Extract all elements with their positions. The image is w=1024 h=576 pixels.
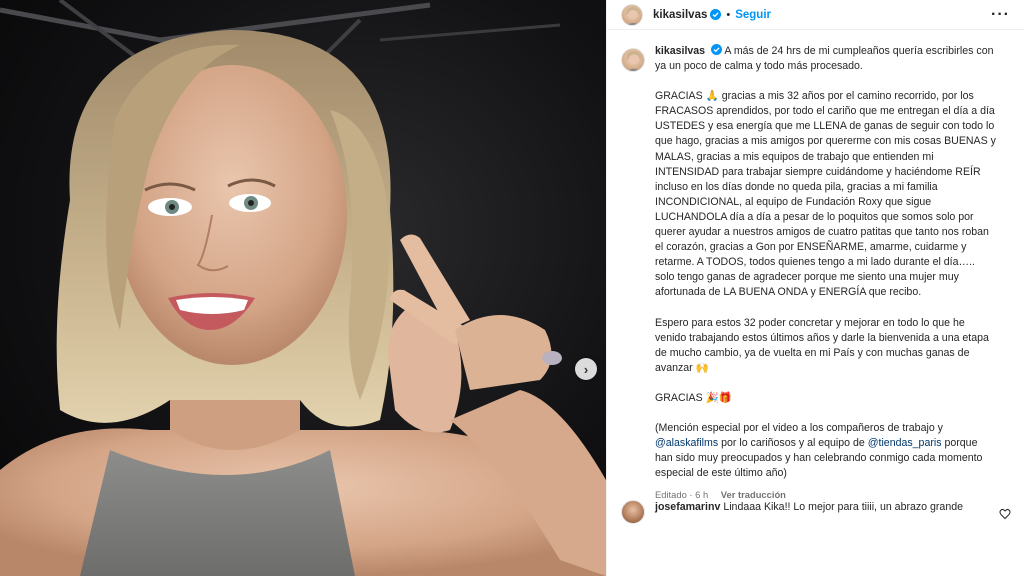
commenter-username[interactable]: josefamarinv: [655, 501, 720, 513]
header-separator: •: [726, 8, 731, 21]
more-options-icon[interactable]: ···: [991, 6, 1010, 24]
selfie-illustration: [0, 0, 606, 576]
caption-paragraph-4: GRACIAS 🎉🎁: [655, 391, 733, 404]
caption-paragraph-3: Espero para estos 32 poder concretar y m…: [655, 316, 989, 374]
comment-item: josefamarinv Lindaaa Kika!! Lo mejor par…: [621, 500, 1011, 524]
author-avatar[interactable]: [621, 3, 643, 26]
caption-block: kikasilvas A más de 24 hrs de mi cumplea…: [607, 44, 1024, 502]
comment-body: Lindaaa Kika!! Lo mejor para tiiii, un a…: [723, 501, 963, 513]
commenter-avatar[interactable]: [621, 500, 645, 524]
post-body: kikasilvas A más de 24 hrs de mi cumplea…: [607, 44, 1024, 576]
author-username[interactable]: kikasilvas: [653, 9, 707, 21]
see-translation-link[interactable]: Ver traducción: [721, 489, 786, 500]
caption-text: kikasilvas A más de 24 hrs de mi cumplea…: [655, 44, 997, 502]
mention-tiendas-paris[interactable]: @tiendas_paris: [868, 437, 942, 449]
post-photo[interactable]: ›: [0, 0, 606, 576]
mention-alaskafilms[interactable]: @alaskafilms: [655, 437, 718, 449]
follow-button[interactable]: Seguir: [735, 9, 771, 21]
caption-username[interactable]: kikasilvas: [655, 45, 705, 57]
verified-badge-icon: [710, 9, 722, 20]
caption-paragraph-1: A más de 24 hrs de mi cumpleaños quería …: [655, 45, 994, 73]
edited-timestamp: Editado · 6 h: [655, 489, 709, 501]
caption-paragraph-5: (Mención especial por el video a los com…: [655, 421, 983, 480]
heart-icon[interactable]: [999, 508, 1011, 520]
post-details-panel: kikasilvas • Seguir ··· kikasilvas A más…: [606, 0, 1024, 576]
verified-badge-icon: [711, 44, 723, 55]
instagram-post-window: › kikasilvas • Seguir ··· kikasilvas A m: [0, 0, 1024, 576]
caption-avatar[interactable]: [621, 48, 645, 72]
caption-paragraph-2: GRACIAS 🙏 gracias a mis 32 años por el c…: [655, 90, 996, 299]
post-header: kikasilvas • Seguir ···: [607, 0, 1024, 30]
carousel-next-icon[interactable]: ›: [575, 358, 597, 380]
comment-text: josefamarinv Lindaaa Kika!! Lo mejor par…: [655, 500, 985, 524]
